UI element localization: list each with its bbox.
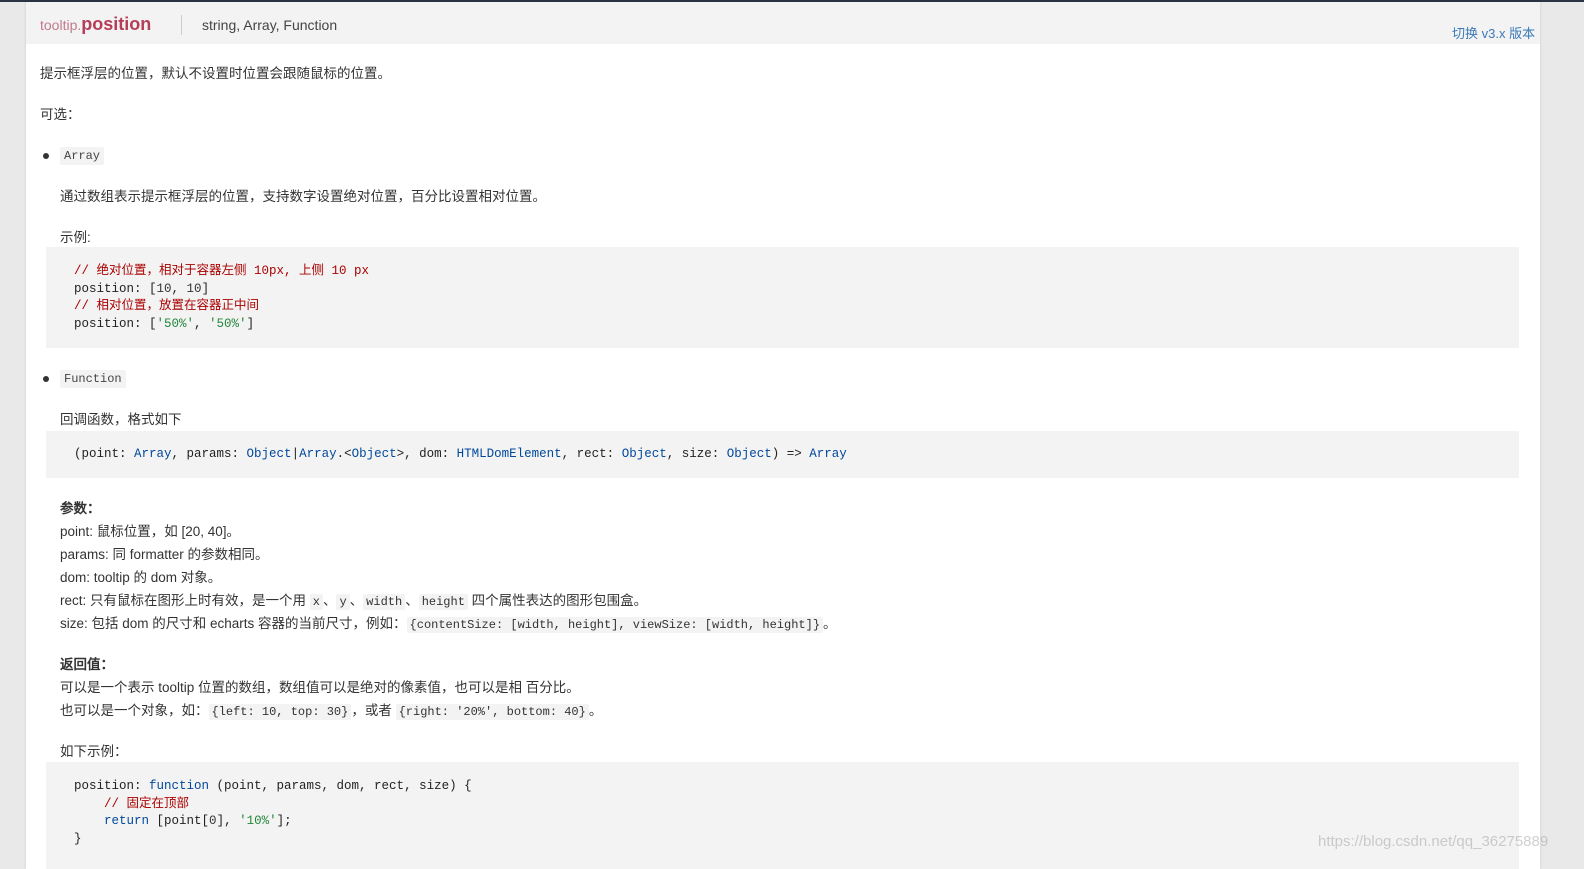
- list-bullet: [43, 153, 49, 159]
- optional-label: 可选：: [40, 107, 81, 122]
- array-example-label: 示例:: [60, 230, 91, 245]
- code-line: // 固定在顶部: [74, 796, 190, 811]
- return-title: 返回值：: [60, 657, 114, 672]
- params-title: 参数：: [60, 501, 101, 516]
- function-description: 回调函数，格式如下: [60, 412, 182, 427]
- option-path: tooltip.: [40, 17, 82, 33]
- inline-code: x: [309, 594, 323, 610]
- doc-panel: tooltip.position string, Array, Function…: [26, 2, 1540, 869]
- function-example-label: 如下示例：: [60, 744, 128, 759]
- option-types: string, Array, Function: [202, 17, 338, 33]
- return-text: 也可以是一个对象，如：: [60, 703, 209, 718]
- option-name: position: [81, 14, 152, 34]
- function-code-block: position: function (point, params, dom, …: [46, 762, 1519, 869]
- option-header: tooltip.position string, Array, Function…: [26, 2, 1540, 44]
- code-line: position: ['50%', '50%']: [74, 316, 255, 331]
- inline-code: y: [336, 594, 350, 610]
- code-line: // 绝对位置，相对于容器左侧 10px, 上侧 10 px: [74, 264, 370, 278]
- function-chip: Function: [60, 370, 126, 388]
- switch-version-link[interactable]: 切换 v3.x 版本: [1452, 23, 1535, 42]
- watermark: https://blog.csdn.net/qq_36275889: [1318, 833, 1549, 850]
- return-line-2: 也可以是一个对象，如： {left: 10, top: 30} ，或者 {right…: [60, 702, 602, 721]
- array-code-block: // 绝对位置，相对于容器左侧 10px, 上侧 10 px position:…: [46, 247, 1519, 348]
- inline-code: {left: 10, top: 30}: [208, 704, 352, 720]
- param-rect: rect: 只有鼠标在图形上时有效，是一个用 x、 y、 width、 height …: [60, 593, 648, 610]
- param-point: point: 鼠标位置，如 [20, 40]。: [60, 524, 241, 539]
- inline-code: {contentSize: [width, height], viewSize:…: [406, 617, 824, 633]
- code-line: }: [74, 831, 82, 846]
- inline-code: width: [363, 594, 406, 610]
- param-rect-text: 四个属性表达的图形包围盒。: [467, 593, 648, 608]
- signature-code-block: (point: Array, params: Object|Array.<Obj…: [46, 431, 1519, 478]
- inline-code: height: [418, 594, 468, 610]
- param-size: size: 包括 dom 的尺寸和 echarts 容器的当前尺寸，例如： {co…: [60, 615, 837, 634]
- return-line-1: 可以是一个表示 tooltip 位置的数组，数组值可以是绝对的像素值，也可以是相…: [60, 680, 580, 695]
- return-text: ，或者: [351, 703, 396, 718]
- return-text: 。: [588, 703, 603, 718]
- signature-line: (point: Array, params: Object|Array.<Obj…: [74, 447, 847, 461]
- param-size-text: 。: [823, 616, 837, 631]
- code-line: // 相对位置，放置在容器正中间: [74, 299, 260, 313]
- intro-text: 提示框浮层的位置，默认不设置时位置会跟随鼠标的位置。: [40, 66, 391, 81]
- code-line: position: function (point, params, dom, …: [74, 779, 472, 793]
- list-bullet: [43, 376, 49, 382]
- param-dom: dom: tooltip 的 dom 对象。: [60, 570, 222, 585]
- code-line: return [point[0], '10%'];: [104, 814, 292, 828]
- inline-code: {right: '20%', bottom: 40}: [395, 704, 589, 720]
- code-line: position: [10, 10]: [74, 281, 210, 296]
- array-description: 通过数组表示提示框浮层的位置，支持数字设置绝对位置，百分比设置相对位置。: [60, 189, 546, 204]
- header-divider: [181, 15, 182, 35]
- param-rect-text: rect: 只有鼠标在图形上时有效，是一个用: [60, 593, 310, 608]
- option-title: tooltip.position: [40, 14, 151, 35]
- array-chip: Array: [60, 147, 105, 165]
- param-size-text: size: 包括 dom 的尺寸和 echarts 容器的当前尺寸，例如：: [60, 616, 407, 631]
- param-params: params: 同 formatter 的参数相同。: [60, 547, 269, 562]
